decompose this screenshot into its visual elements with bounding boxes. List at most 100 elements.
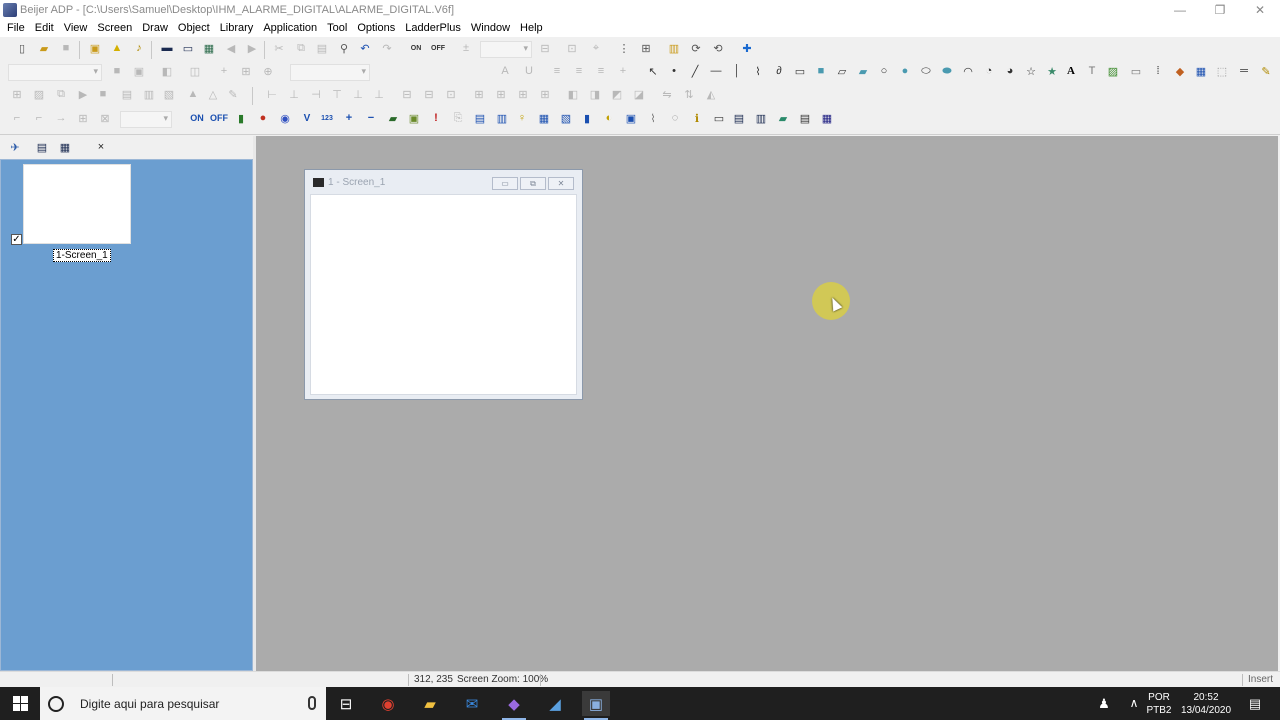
lock-icon[interactable]: ▲ [184,85,202,103]
trend-icon[interactable]: ⌇ [644,109,662,127]
send-back-icon[interactable]: ◨ [586,85,604,103]
split-icon[interactable]: ⊟ [536,39,554,57]
tool-a-icon[interactable]: ▤ [118,85,136,103]
bold-icon[interactable]: ■ [108,62,126,80]
open-folder-icon[interactable]: ▰ [35,39,53,57]
menu-object[interactable]: Object [173,22,215,34]
line-icon[interactable]: ╱ [686,62,704,80]
grid-dots-icon[interactable]: ⋮ [615,39,633,57]
menu-tool[interactable]: Tool [322,22,352,34]
compile-icon[interactable]: ▥ [665,39,683,57]
cross-ref-icon[interactable]: ✚ [738,39,756,57]
film-icon[interactable]: ▤ [796,109,814,127]
copy-icon[interactable]: ⧉ [292,39,310,57]
number-field-icon[interactable]: ▤ [471,109,489,127]
wire-b-icon[interactable]: ⌐ [30,109,48,127]
vline-icon[interactable]: │ [728,62,746,80]
people-icon[interactable]: ♟ [1092,687,1116,720]
shape-icon[interactable]: ▣ [130,62,148,80]
snap-icon[interactable]: ⊞ [637,39,655,57]
parallelogram-icon[interactable]: ▱ [833,62,851,80]
same-size-icon[interactable]: ⊡ [442,85,460,103]
size-a-icon[interactable]: ⊞ [470,85,488,103]
center-icon[interactable]: ⊕ [259,62,277,80]
align-bottom-icon[interactable]: ⊥ [370,85,388,103]
exclamation-icon[interactable]: ! [427,109,445,127]
task-view-icon[interactable]: ⊟ [332,691,360,716]
align-right-icon[interactable]: ≡ [592,62,610,80]
new-file-icon[interactable]: ▯ [13,39,31,57]
menu-window[interactable]: Window [466,22,515,34]
forward-one-icon[interactable]: ◩ [608,85,626,103]
info-icon[interactable]: ℹ [688,109,706,127]
tool-c-icon[interactable]: ▧ [160,85,178,103]
tool-b-icon[interactable]: ▥ [140,85,158,103]
start-button[interactable] [0,687,40,720]
close-button[interactable]: ✕ [1240,0,1280,19]
frame-icon[interactable]: ▭ [1127,62,1145,80]
filled-ellipse-icon[interactable]: ⬬ [938,62,956,80]
grid-tool-icon[interactable]: ⊞ [8,85,26,103]
undo-icon[interactable]: ↶ [356,39,374,57]
wire-a-icon[interactable]: ⌐ [8,109,26,127]
file-explorer-icon[interactable]: ▰ [416,691,444,716]
screen-list-icon[interactable]: ▤ [34,139,50,155]
screen-checkbox[interactable]: ✓ [11,234,22,245]
screen-canvas[interactable] [310,194,577,395]
notifications-icon[interactable]: ▤ [1242,687,1268,720]
menu-screen[interactable]: Screen [92,22,137,34]
menu-help[interactable]: Help [515,22,548,34]
screen-thumbnail[interactable] [23,164,131,244]
bar-graph-icon[interactable]: ▮ [578,109,596,127]
align-top-icon[interactable]: ⊤ [328,85,346,103]
microphone-icon[interactable] [308,696,316,710]
bracket-icon[interactable]: ⁞ [1149,62,1167,80]
circle-icon[interactable]: ○ [875,62,893,80]
grid-icon[interactable]: ▦ [200,39,218,57]
table-object-icon[interactable]: ▦ [1192,62,1210,80]
crosshair-icon[interactable]: + [614,62,632,80]
mail-icon[interactable]: ✉ [458,691,486,716]
taskbar-search[interactable]: Digite aqui para pesquisar [40,687,326,720]
pin-icon[interactable]: ⌖ [587,39,605,57]
off-button[interactable]: OFF [208,109,230,127]
edit-tool-icon[interactable]: ✎ [224,85,242,103]
picture-tool-icon[interactable]: ▨ [30,85,48,103]
screen-thumbnail-label[interactable]: 1-Screen_1 [53,249,111,262]
text-field-obj-icon[interactable]: ▥ [493,109,511,127]
rectangle-icon[interactable]: ▭ [791,62,809,80]
size-d-icon[interactable]: ⊞ [536,85,554,103]
distribute-h-icon[interactable]: ⊟ [398,85,416,103]
on-off-toggle-icon[interactable]: ON [405,39,427,57]
screen-close-button[interactable]: ✕ [548,177,574,190]
ladder-combo[interactable] [120,111,172,128]
align-center-icon[interactable]: ≡ [570,62,588,80]
add-icon[interactable]: + [340,109,358,127]
filled-parallelogram-icon[interactable]: ▰ [854,62,872,80]
numeric-button[interactable]: 123 [316,109,338,127]
find-icon[interactable]: ⚲ [335,39,353,57]
language-indicator[interactable]: POR PTB2 [1142,687,1176,720]
pin-panel-icon[interactable]: ✈ [7,139,23,155]
align-right-edge-icon[interactable]: ⊣ [307,85,325,103]
filled-rect-icon[interactable]: ■ [812,62,830,80]
pie-icon[interactable]: ◔ [980,62,998,80]
dot-icon[interactable]: • [665,62,683,80]
run-icon[interactable]: ▶ [74,85,92,103]
filled-circle-icon[interactable]: ● [896,62,914,80]
clock[interactable]: 20:52 13/04/2020 [1176,687,1236,720]
folder-green-icon[interactable]: ▰ [384,109,402,127]
gauge-icon[interactable]: ◉ [276,109,294,127]
window-icon[interactable]: ▭ [179,39,197,57]
size-b-icon[interactable]: ⊞ [492,85,510,103]
box-icon[interactable]: ▣ [405,109,423,127]
distribute-v-icon[interactable]: ⊟ [420,85,438,103]
wire-e-icon[interactable]: ⊠ [96,109,114,127]
text-field-icon[interactable]: T [1083,62,1101,80]
screen-thumbnails-icon[interactable]: ▦ [57,139,73,155]
transfer-icon[interactable]: ▲ [108,39,126,57]
subtract-icon[interactable]: − [362,109,380,127]
project-icon[interactable]: ▣ [86,39,104,57]
polygon-icon[interactable]: ☆ [1022,62,1040,80]
symbol-icon[interactable]: ◆ [1171,62,1189,80]
